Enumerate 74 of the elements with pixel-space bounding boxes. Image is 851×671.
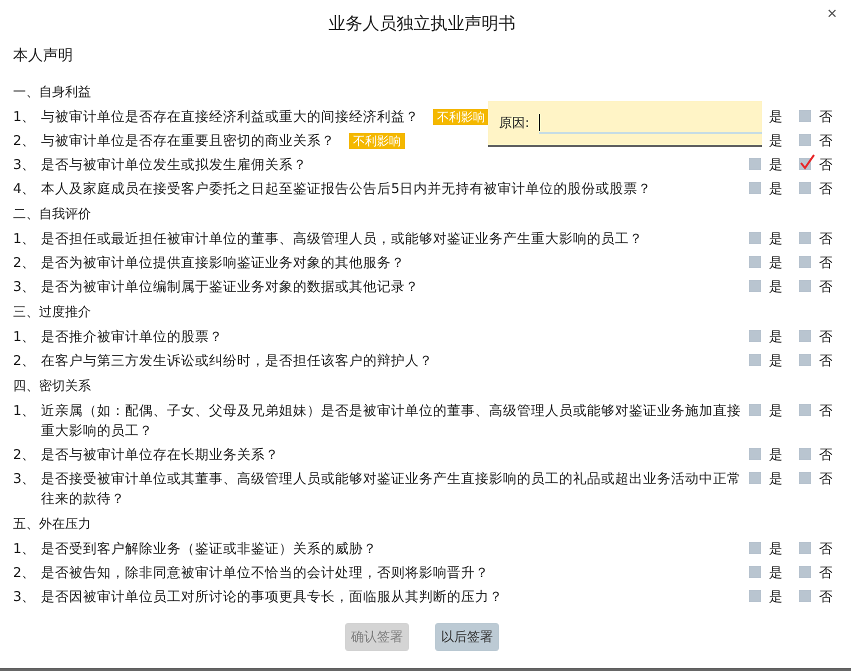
option-label: 否 bbox=[819, 472, 833, 486]
question-text: 是否为被审计单位编制属于鉴证业务对象的数据或其他记录？ bbox=[41, 279, 419, 295]
option-label: 否 bbox=[819, 354, 833, 368]
item-number: 1、 bbox=[13, 540, 37, 559]
question-text: 是否被告知，除非同意被审计单位不恰当的会计处理，否则将影响晋升？ bbox=[41, 565, 489, 581]
option-label: 是 bbox=[769, 330, 783, 344]
option-label: 否 bbox=[819, 158, 833, 172]
dialog-title: 业务人员独立执业声明书 bbox=[328, 12, 516, 34]
option-label: 是 bbox=[769, 134, 783, 148]
reason-input[interactable] bbox=[539, 112, 762, 134]
question-text: 本人及家庭成员在接受客户委托之日起至鉴证报告公告后5日内并无持有被审计单位的股份或股票？ bbox=[41, 181, 652, 197]
option-label: 否 bbox=[819, 542, 833, 556]
sign-button[interactable]: 以后签署 bbox=[435, 623, 499, 651]
option-label: 否 bbox=[819, 590, 833, 604]
item-number: 1、 bbox=[13, 230, 37, 249]
item-number: 1、 bbox=[13, 328, 37, 347]
option-label: 是 bbox=[769, 590, 783, 604]
item-number: 2、 bbox=[13, 446, 37, 465]
impact-tag: 不利影响 bbox=[349, 133, 405, 149]
option-label: 是 bbox=[769, 542, 783, 556]
reason-label: 原因: bbox=[499, 115, 530, 132]
option-label: 否 bbox=[819, 280, 833, 294]
section-heading: 三、过度推介 bbox=[13, 304, 92, 322]
item-number: 4、 bbox=[13, 180, 37, 199]
option-label: 是 bbox=[769, 404, 783, 418]
option-label: 是 bbox=[769, 566, 783, 580]
item-number: 3、 bbox=[13, 278, 37, 297]
section-heading: 二、自我评价 bbox=[13, 206, 92, 224]
option-label: 否 bbox=[819, 448, 833, 462]
option-label: 否 bbox=[819, 134, 833, 148]
section-heading: 四、密切关系 bbox=[13, 378, 92, 396]
impact-tag: 不利影响 bbox=[433, 109, 489, 125]
option-label: 否 bbox=[819, 330, 833, 344]
question-text: 是否接受被审计单位或其董事、高级管理人员或能够对鉴证业务产生直接影响的员工的礼品或超出业务活动中正常往来的款待？ bbox=[41, 471, 741, 507]
option-label: 否 bbox=[819, 182, 833, 196]
item-number: 2、 bbox=[13, 564, 37, 583]
question-text: 近亲属（如：配偶、子女、父母及兄弟姐妹）是否是被审计单位的董事、高级管理人员或能够对鉴证业务施加直接重大影响的员工？ bbox=[41, 403, 741, 439]
question-text: 是否推介被审计单位的股票？ bbox=[41, 329, 223, 345]
close-button[interactable]: × bbox=[825, 4, 839, 24]
option-label: 是 bbox=[769, 280, 783, 294]
no-checkbox[interactable] bbox=[799, 154, 815, 170]
statement-heading: 本人声明 bbox=[13, 46, 74, 65]
option-label: 是 bbox=[769, 256, 783, 270]
section-heading: 五、外在压力 bbox=[13, 516, 92, 534]
question-text: 是否担任或最近担任被审计单位的董事、高级管理人员，或能够对鉴证业务产生重大影响的员工？ bbox=[41, 231, 643, 247]
option-label: 是 bbox=[769, 158, 783, 172]
option-label: 是 bbox=[769, 232, 783, 246]
item-number: 3、 bbox=[13, 156, 37, 175]
option-label: 否 bbox=[819, 110, 833, 124]
option-label: 是 bbox=[769, 182, 783, 196]
item-number: 3、 bbox=[13, 588, 37, 607]
option-label: 否 bbox=[819, 232, 833, 246]
question-text: 是否因被审计单位员工对所讨论的事项更具专长，面临服从其判断的压力？ bbox=[41, 589, 503, 605]
option-label: 否 bbox=[819, 256, 833, 270]
item-number: 2、 bbox=[13, 254, 37, 273]
item-number: 3、 bbox=[13, 470, 37, 489]
option-label: 是 bbox=[769, 472, 783, 486]
section-heading: 一、自身利益 bbox=[13, 84, 92, 102]
item-number: 2、 bbox=[13, 352, 37, 371]
question-text: 是否与被审计单位发生或拟发生雇佣关系？ bbox=[41, 157, 307, 173]
option-label: 是 bbox=[769, 110, 783, 124]
question-text: 是否与被审计单位存在长期业务关系？ bbox=[41, 447, 279, 463]
question-text: 是否为被审计单位提供直接影响鉴证业务对象的其他服务？ bbox=[41, 255, 405, 271]
question-text: 是否受到客户解除业务（鉴证或非鉴证）关系的威胁？ bbox=[41, 541, 377, 557]
item-number: 1、 bbox=[13, 108, 37, 127]
option-label: 否 bbox=[819, 404, 833, 418]
item-number: 2、 bbox=[13, 132, 37, 151]
question-text: 在客户与第三方发生诉讼或纠纷时，是否担任该客户的辩护人？ bbox=[41, 353, 433, 369]
option-label: 否 bbox=[819, 566, 833, 580]
item-number: 1、 bbox=[13, 402, 37, 421]
question-text: 与被审计单位是否存在重要且密切的商业关系？ bbox=[41, 133, 335, 149]
option-label: 是 bbox=[769, 448, 783, 462]
option-label: 是 bbox=[769, 354, 783, 368]
question-text: 与被审计单位是否存在直接经济利益或重大的间接经济利益？ bbox=[41, 109, 419, 125]
